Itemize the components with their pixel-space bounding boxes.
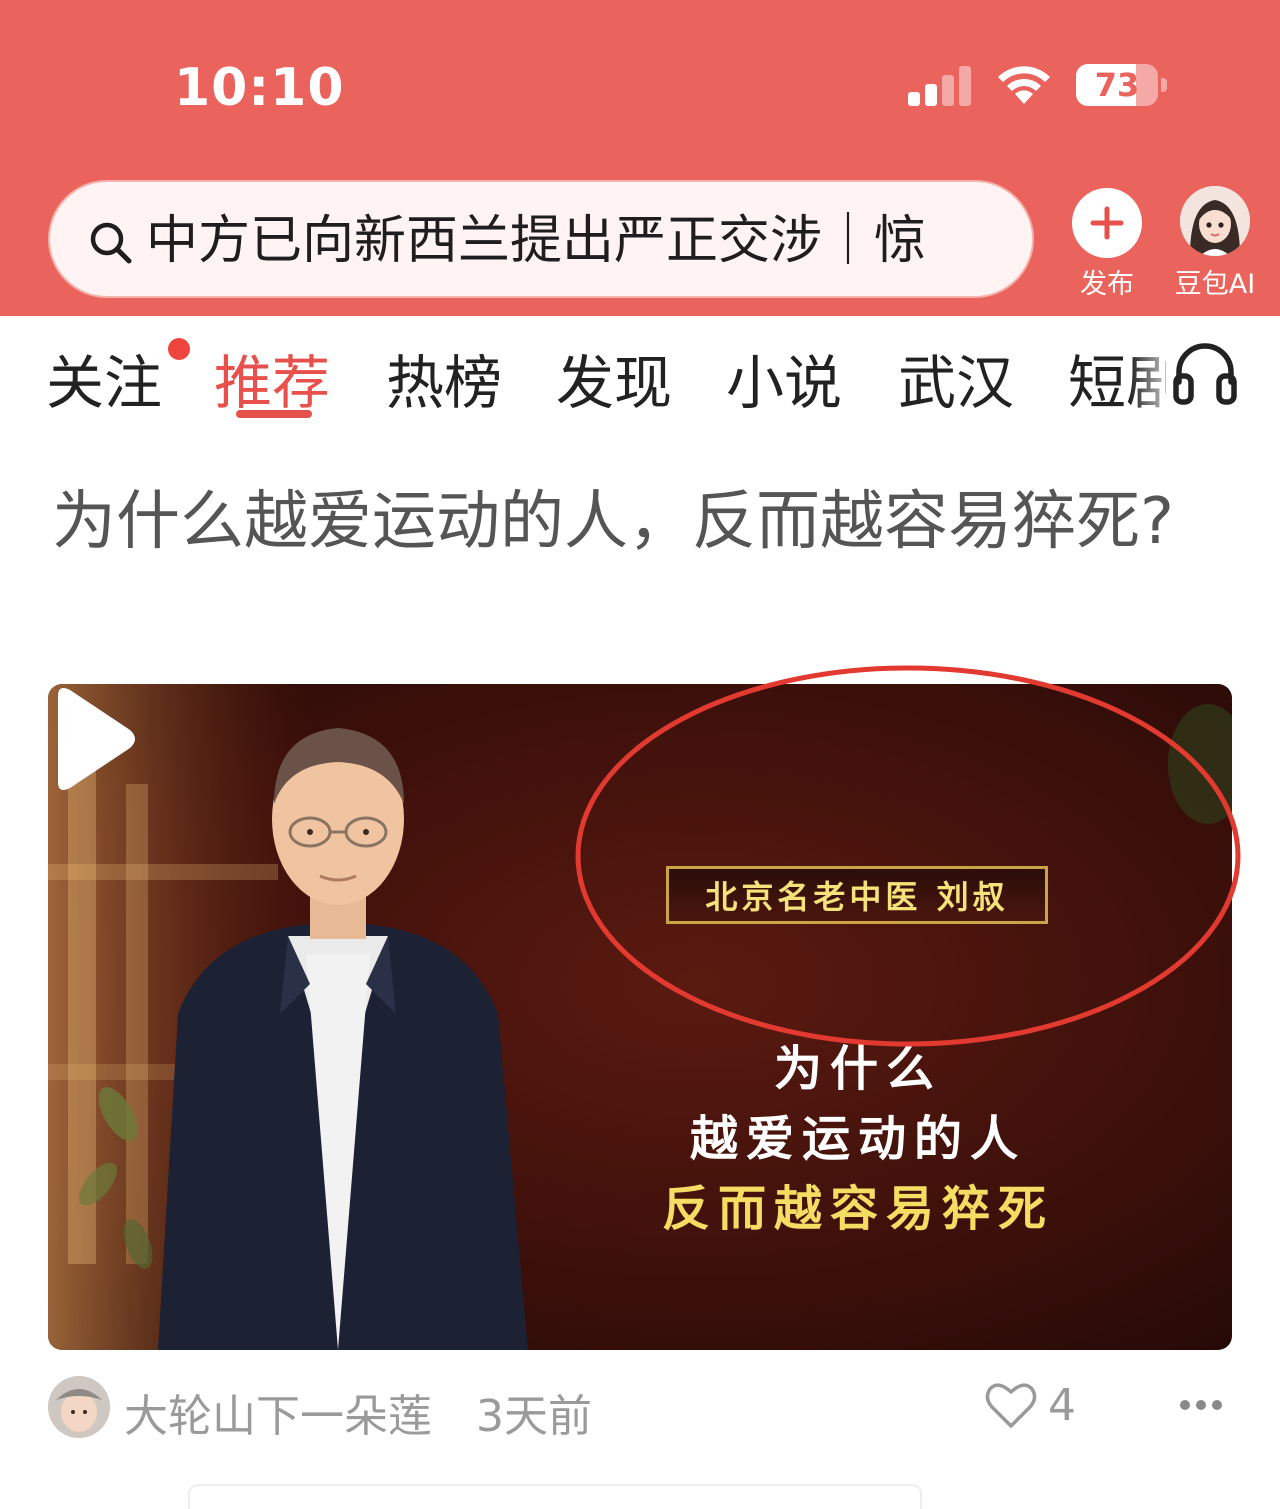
battery-cap	[1161, 78, 1167, 92]
publish-button[interactable]	[1072, 188, 1142, 258]
tab-follow[interactable]: 关注	[46, 336, 162, 420]
tab-recommend[interactable]: 推荐	[214, 336, 330, 420]
active-tab-underline	[236, 410, 312, 418]
author-avatar[interactable]	[48, 1376, 110, 1438]
video-caption-line2: 越爱运动的人	[689, 1111, 1026, 1167]
play-icon[interactable]	[48, 684, 138, 794]
search-bar[interactable]: 中方已向新西兰提出严正交涉｜惊	[48, 180, 1034, 298]
video-caption: 为什么 越爱运动的人 反而越容易猝死	[608, 1034, 1108, 1244]
author-name[interactable]: 大轮山下一朵莲	[124, 1380, 432, 1444]
next-item-peek	[48, 1484, 1248, 1509]
video-caption-line1: 为什么	[773, 1041, 942, 1097]
tab-novel[interactable]: 小说	[726, 336, 842, 420]
like-count: 4	[1048, 1380, 1076, 1431]
cellular-signal-icon	[908, 66, 971, 106]
speaker-name-plate: 北京名老中医 刘叔	[666, 866, 1048, 924]
publish-label[interactable]: 发布	[1066, 262, 1148, 301]
video-background-art	[48, 684, 1232, 1350]
video-caption-line3: 反而越容易猝死	[661, 1181, 1054, 1237]
video-thumbnail[interactable]: 北京名老中医 刘叔 为什么 越爱运动的人 反而越容易猝死	[48, 684, 1232, 1350]
next-item-card	[188, 1484, 922, 1509]
top-header: 10:10 73 中方已向新西兰提出严正交涉｜惊 发布 豆包AI	[0, 0, 1280, 316]
author-avatar-illustration	[48, 1376, 110, 1438]
new-content-dot	[168, 338, 190, 360]
search-icon	[90, 222, 132, 264]
article-title[interactable]: 为什么越爱运动的人，反而越容易猝死?	[52, 472, 1232, 572]
heart-icon[interactable]	[984, 1380, 1038, 1430]
tab-discover[interactable]: 发现	[556, 336, 672, 420]
ai-avatar-illustration	[1180, 186, 1250, 256]
post-time: 3天前	[476, 1391, 592, 1442]
tab-hot-list[interactable]: 热榜	[386, 336, 502, 420]
battery-percent: 73	[1094, 66, 1140, 104]
wifi-icon	[998, 66, 1050, 104]
plus-icon	[1090, 206, 1124, 240]
tab-wuhan[interactable]: 武汉	[898, 336, 1014, 420]
doubao-ai-avatar[interactable]	[1180, 186, 1250, 256]
status-time: 10:10	[174, 58, 345, 118]
search-hot-text: 中方已向新西兰提出严正交涉｜惊	[146, 211, 927, 271]
headphone-icon[interactable]	[1170, 336, 1240, 406]
channel-tabs: 关注 推荐 热榜 发现 小说 武汉 短剧	[0, 316, 1280, 426]
more-icon[interactable]	[1178, 1398, 1224, 1412]
battery-indicator: 73	[1076, 64, 1158, 106]
doubao-ai-label[interactable]: 豆包AI	[1160, 262, 1270, 301]
